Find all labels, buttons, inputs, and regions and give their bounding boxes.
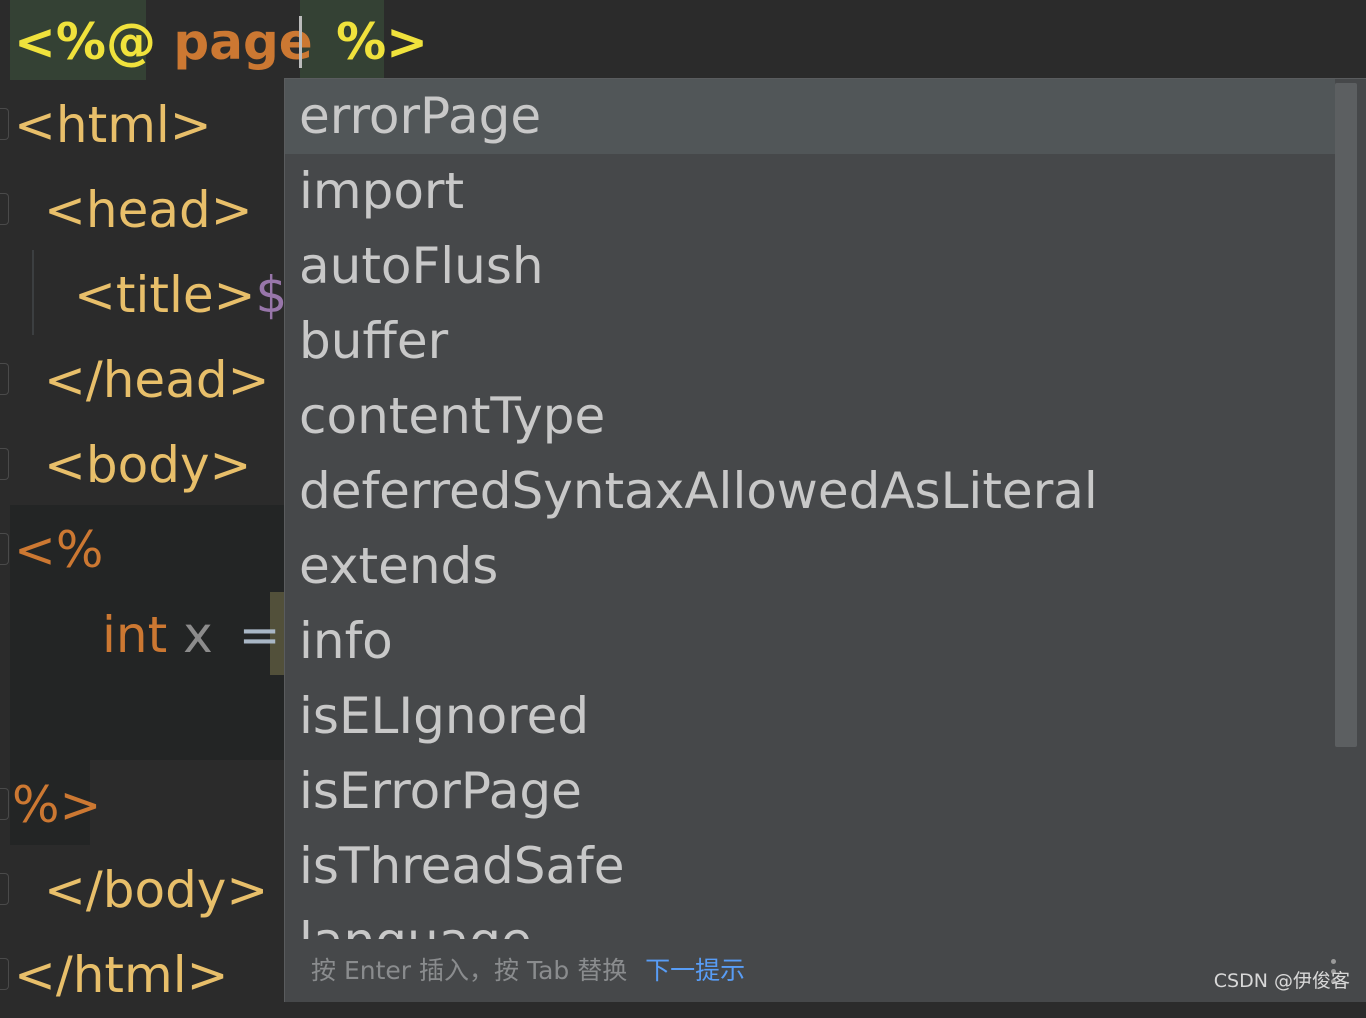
directive-keyword: page [173, 13, 313, 71]
completion-item[interactable]: isThreadSafe [285, 829, 1335, 904]
completion-item[interactable]: extends [285, 529, 1335, 604]
footer-hint: 按 Enter 插入，按 Tab 替换 [311, 956, 628, 985]
text-caret [299, 16, 302, 68]
completion-footer: 按 Enter 插入，按 Tab 替换 下一提示 [285, 939, 1366, 1002]
next-tip-link[interactable]: 下一提示 [645, 956, 745, 985]
completion-item[interactable]: isErrorPage [285, 754, 1335, 829]
assign-operator: = [238, 606, 281, 664]
completion-scrollbar[interactable] [1335, 83, 1357, 747]
completion-item[interactable]: import [285, 154, 1335, 229]
code-line-11: </body> [44, 848, 268, 933]
code-line-12: </html> [14, 933, 229, 1018]
completion-item[interactable]: isELIgnored [285, 679, 1335, 754]
html-close-tag: </html> [14, 946, 229, 1004]
fold-marker-html-end[interactable] [0, 958, 9, 990]
code-line-2: <html> [14, 83, 212, 168]
code-line-10: %> [12, 763, 101, 848]
fold-marker-scriptlet[interactable] [0, 533, 9, 565]
completion-item[interactable]: errorPage [285, 79, 1335, 154]
title-open-tag: <title> [74, 266, 256, 324]
code-line-4: <title>$T [74, 253, 318, 338]
head-open-tag: <head> [44, 181, 253, 239]
type-keyword: int [102, 606, 168, 664]
fold-marker-body-end[interactable] [0, 873, 9, 905]
code-line-5: </head> [44, 338, 269, 423]
code-line-1: <%@ page %> [14, 0, 428, 85]
code-line-7: <% [14, 508, 103, 593]
completion-item[interactable]: info [285, 604, 1335, 679]
variable-name: x [183, 606, 213, 664]
fold-marker-body[interactable] [0, 448, 9, 480]
completion-item[interactable]: language [285, 904, 1335, 939]
fold-marker-html[interactable] [0, 108, 9, 140]
fold-marker-scriptlet-end[interactable] [0, 788, 9, 820]
scriptlet-open: <% [14, 521, 104, 579]
body-open-tag: <body> [44, 436, 252, 494]
directive-open: <%@ [14, 13, 156, 71]
fold-marker-head-end[interactable] [0, 363, 9, 395]
scriptlet-close: %> [12, 776, 102, 834]
indent-guide [32, 250, 34, 335]
completion-item[interactable]: buffer [285, 304, 1335, 379]
completion-item[interactable]: contentType [285, 379, 1335, 454]
completion-item[interactable]: autoFlush [285, 229, 1335, 304]
completion-item[interactable]: deferredSyntaxAllowedAsLiteral [285, 454, 1335, 529]
head-close-tag: </head> [44, 351, 270, 409]
completion-list[interactable]: errorPage import autoFlush buffer contentTyp… [285, 79, 1335, 939]
fold-marker-head[interactable] [0, 193, 9, 225]
body-close-tag: </body> [44, 861, 269, 919]
code-line-6: <body> [44, 423, 251, 508]
directive-close: %> [336, 13, 429, 71]
completion-popup[interactable]: errorPage import autoFlush buffer contentTyp… [284, 78, 1366, 1002]
code-line-3: <head> [44, 168, 253, 253]
html-open-tag: <html> [14, 96, 212, 154]
watermark: CSDN @伊俊客 [1213, 970, 1350, 992]
